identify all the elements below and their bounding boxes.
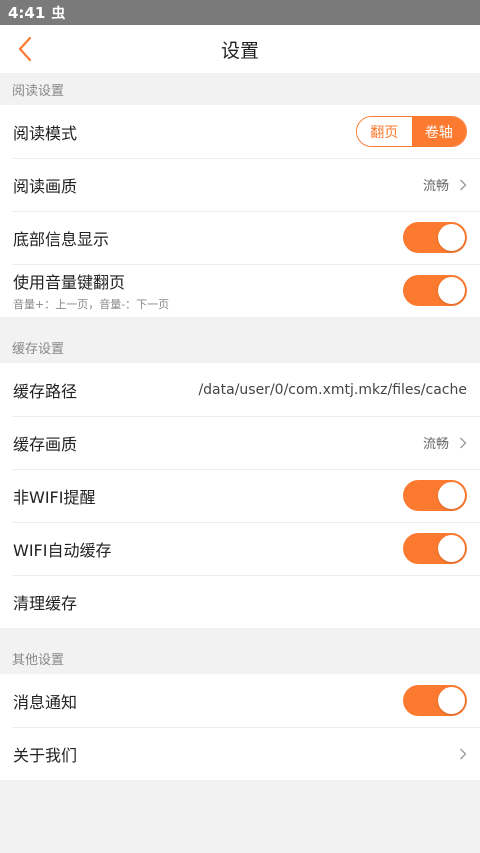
reading-quality-label: 阅读画质 <box>13 176 78 196</box>
bottom-info-row: 底部信息显示 <box>0 211 480 264</box>
reading-settings-group: 阅读模式 翻页 卷轴 阅读画质 流畅 底部信息显示 使用音量键翻页 音量+：上一… <box>0 105 480 317</box>
notification-row: 消息通知 <box>0 674 480 727</box>
cache-settings-group: 缓存路径 /data/user/0/com.xmtj.mkz/files/cac… <box>0 363 480 628</box>
about-us-label: 关于我们 <box>13 745 78 765</box>
section-header-reading: 阅读设置 <box>12 83 65 99</box>
volume-keys-label: 使用音量键翻页 <box>13 273 126 292</box>
wifi-auto-cache-row: WIFI自动缓存 <box>0 522 480 575</box>
chevron-right-icon <box>460 179 467 190</box>
non-wifi-alert-row: 非WIFI提醒 <box>0 469 480 522</box>
wifi-auto-cache-toggle[interactable] <box>403 533 467 564</box>
page-title: 设置 <box>220 39 259 62</box>
cache-quality-value: 流畅 <box>422 437 449 452</box>
bug-notification-icon: 虫 <box>51 5 66 22</box>
chevron-right-icon <box>460 437 467 448</box>
toggle-knob <box>438 482 465 509</box>
reading-mode-segmented-control: 翻页 卷轴 <box>356 116 467 147</box>
volume-keys-description: 音量+：上一页，音量-：下一页 <box>13 298 170 311</box>
other-settings-group: 消息通知 关于我们 <box>0 674 480 780</box>
about-us-row[interactable]: 关于我们 <box>0 727 480 780</box>
toggle-knob <box>438 535 465 562</box>
section-header-other: 其他设置 <box>12 652 65 668</box>
mode-option-page-flip[interactable]: 翻页 <box>357 117 412 146</box>
status-bar: 4:41 虫 <box>0 0 480 25</box>
reading-mode-label: 阅读模式 <box>13 123 78 143</box>
clear-cache-label: 清理缓存 <box>13 593 78 613</box>
nav-bar: 设置 <box>0 25 480 73</box>
toggle-knob <box>438 224 465 251</box>
cache-path-label: 缓存路径 <box>13 381 78 401</box>
cache-path-row: 缓存路径 /data/user/0/com.xmtj.mkz/files/cac… <box>0 363 480 416</box>
back-icon[interactable] <box>14 35 38 63</box>
bottom-info-label: 底部信息显示 <box>13 229 110 249</box>
volume-keys-toggle[interactable] <box>403 275 467 306</box>
reading-mode-row: 阅读模式 翻页 卷轴 <box>0 105 480 158</box>
reading-quality-value: 流畅 <box>422 179 449 194</box>
non-wifi-alert-toggle[interactable] <box>403 480 467 511</box>
cache-quality-label: 缓存画质 <box>13 434 78 454</box>
chevron-right-icon <box>460 748 467 759</box>
notification-label: 消息通知 <box>13 692 78 712</box>
status-time: 4:41 <box>8 3 46 22</box>
bottom-info-toggle[interactable] <box>403 222 467 253</box>
mode-option-scroll[interactable]: 卷轴 <box>411 117 466 146</box>
volume-keys-row: 使用音量键翻页 音量+：上一页，音量-：下一页 <box>0 264 480 317</box>
cache-quality-row[interactable]: 缓存画质 流畅 <box>0 416 480 469</box>
cache-path-value: /data/user/0/com.xmtj.mkz/files/cache <box>198 381 467 398</box>
reading-quality-row[interactable]: 阅读画质 流畅 <box>0 158 480 211</box>
toggle-knob <box>438 277 465 304</box>
toggle-knob <box>438 687 465 714</box>
non-wifi-alert-label: 非WIFI提醒 <box>13 487 96 507</box>
section-header-cache: 缓存设置 <box>12 341 65 357</box>
wifi-auto-cache-label: WIFI自动缓存 <box>13 540 112 560</box>
clear-cache-row[interactable]: 清理缓存 <box>0 575 480 628</box>
notification-toggle[interactable] <box>403 685 467 716</box>
